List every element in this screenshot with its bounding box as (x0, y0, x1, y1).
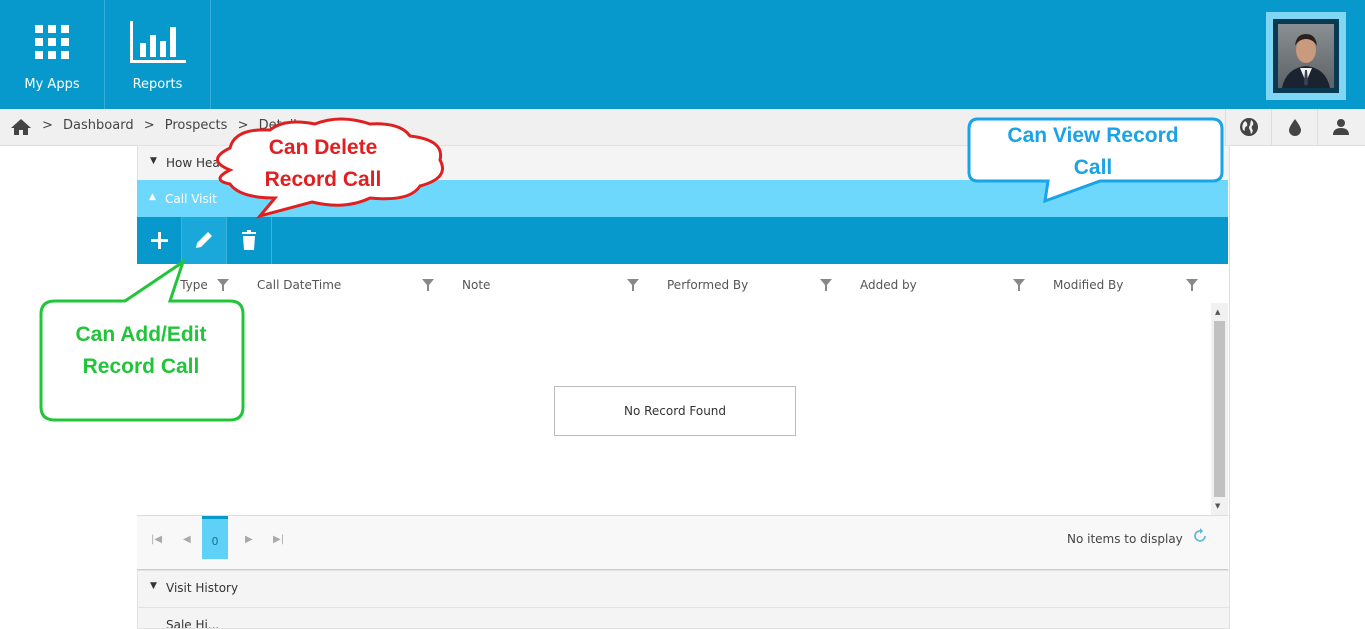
column-performed-by[interactable]: Performed By (667, 278, 748, 292)
column-note[interactable]: Note (462, 278, 490, 292)
reports-button[interactable]: Reports (105, 0, 211, 109)
section-visit-history[interactable]: ▼ Visit History (137, 570, 1230, 608)
filter-icon[interactable] (217, 279, 229, 291)
theme-button[interactable] (1271, 109, 1318, 145)
breadcrumb-prospects[interactable]: Prospects (165, 118, 228, 133)
pager-status: No items to display (1067, 532, 1183, 546)
view-callout-line1: Can View Record (1007, 124, 1179, 147)
delete-callout-line1: Can Delete (268, 136, 378, 159)
next-page-icon[interactable]: ▶ (245, 534, 253, 545)
refresh-icon[interactable] (1192, 528, 1208, 544)
column-call-datetime[interactable]: Call DateTime (257, 278, 341, 292)
scroll-thumb[interactable] (1214, 321, 1225, 497)
filter-icon[interactable] (1013, 279, 1025, 291)
my-apps-button[interactable]: My Apps (0, 0, 105, 109)
scroll-up-icon[interactable]: ▲ (1215, 308, 1220, 316)
filter-icon[interactable] (820, 279, 832, 291)
vertical-scrollbar[interactable]: ▲ ▼ (1211, 303, 1228, 515)
page-number-current[interactable]: 0 (202, 516, 228, 559)
caret-up-icon: ▲ (149, 192, 156, 202)
add-edit-callout-line1: Can Add/Edit (75, 323, 207, 346)
add-edit-callout-line2: Record Call (82, 355, 200, 378)
user-icon (1333, 119, 1349, 135)
caret-down-icon: ▼ (150, 581, 157, 591)
scroll-down-icon[interactable]: ▼ (1215, 502, 1220, 510)
reports-label: Reports (132, 77, 183, 92)
first-page-icon[interactable]: |◀ (151, 534, 162, 545)
breadcrumb-detail: Detail (258, 118, 297, 133)
globe-icon (1240, 118, 1258, 136)
add-button[interactable] (137, 217, 182, 264)
breadcrumb-dashboard[interactable]: Dashboard (63, 118, 134, 133)
delete-button[interactable] (227, 217, 272, 264)
delete-callout-line2: Record Call (264, 168, 382, 191)
column-modified-by[interactable]: Modified By (1053, 278, 1123, 292)
section-visit-history-label: Visit History (166, 581, 239, 595)
filter-icon[interactable] (1186, 279, 1198, 291)
breadcrumb: > Dashboard > Prospects > Detail (42, 118, 303, 133)
no-record-message: No Record Found (554, 386, 796, 436)
prev-page-icon[interactable]: ◀ (183, 534, 191, 545)
edit-button[interactable] (182, 217, 227, 264)
breadcrumb-separator: > (143, 118, 155, 133)
section-next-label: Sale Hi... (166, 618, 220, 629)
my-apps-label: My Apps (24, 77, 80, 92)
filter-icon[interactable] (422, 279, 434, 291)
section-next[interactable]: Sale Hi... (137, 607, 1230, 629)
globe-button[interactable] (1225, 109, 1272, 145)
top-bar: My Apps Reports (0, 0, 1365, 109)
person-photo-icon (1282, 34, 1330, 88)
delete-callout: Can Delete Record Call (238, 132, 408, 196)
grid-header: Call Type Call DateTime Note Performed B… (137, 264, 1228, 304)
trash-icon (242, 230, 256, 250)
caret-down-icon: ▼ (150, 156, 157, 166)
bar-chart-icon (129, 21, 186, 63)
profile-button[interactable] (1317, 109, 1365, 145)
view-callout-line2: Call (1073, 156, 1113, 179)
filter-icon[interactable] (627, 279, 639, 291)
breadcrumb-separator: > (237, 118, 249, 133)
user-avatar[interactable] (1266, 12, 1346, 100)
add-edit-callout: Can Add/Edit Record Call (48, 319, 234, 383)
home-icon[interactable] (10, 118, 32, 136)
grid-pager: |◀ ◀ 0 ▶ ▶| No items to display (137, 515, 1228, 571)
view-callout: Can View Record Call (975, 120, 1211, 184)
avatar-photo (1278, 24, 1334, 88)
plus-icon (151, 232, 168, 249)
column-added-by[interactable]: Added by (860, 278, 917, 292)
last-page-icon[interactable]: ▶| (273, 534, 284, 545)
pencil-icon (196, 232, 212, 248)
breadcrumb-separator: > (42, 118, 53, 133)
section-call-visit-label: Call Visit (165, 192, 217, 206)
column-call-type[interactable]: Call Type (154, 278, 208, 292)
grid-icon (35, 25, 69, 59)
drop-icon (1289, 119, 1301, 136)
grid-toolbar (137, 217, 1228, 264)
